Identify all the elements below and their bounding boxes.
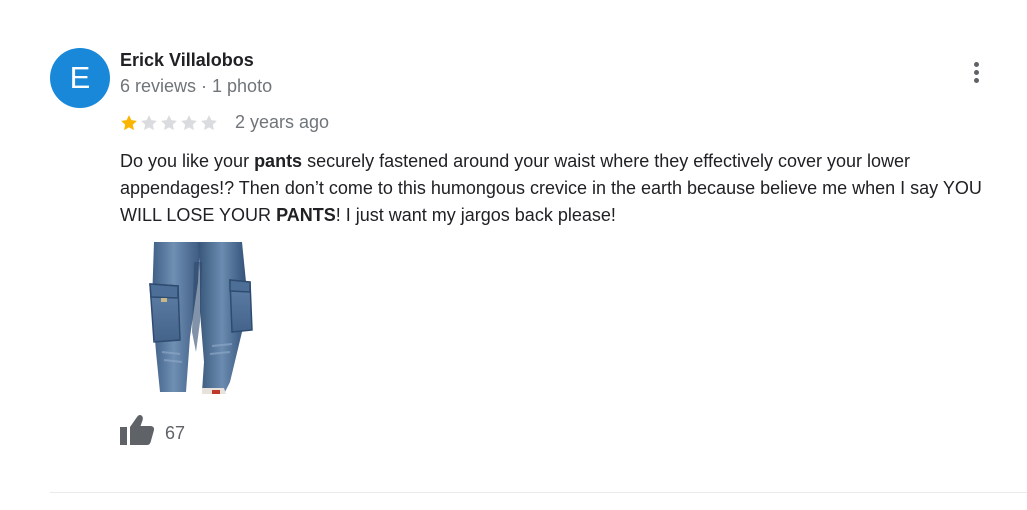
star-rating bbox=[119, 113, 219, 133]
star-icon-2 bbox=[141, 115, 157, 131]
more-vert-icon-dot-1 bbox=[974, 62, 979, 67]
divider bbox=[50, 492, 1027, 493]
star-icon-5 bbox=[201, 115, 217, 131]
review-text-bold-1: pants bbox=[254, 151, 303, 171]
review-text-part-1: Do you like your bbox=[120, 151, 255, 171]
review-text: Do you like your pants securely fastened… bbox=[120, 148, 1020, 229]
review-text-bold-2: PANTS bbox=[276, 205, 336, 225]
review-photo[interactable] bbox=[120, 242, 270, 394]
more-vert-icon-dot-3 bbox=[974, 78, 979, 83]
star-icon-3 bbox=[161, 115, 177, 131]
thumbs-up-icon bbox=[120, 415, 155, 445]
cargo-jeans-photo bbox=[149, 242, 253, 394]
author-meta: 6 reviews · 1 photo bbox=[120, 76, 273, 96]
more-options-button[interactable] bbox=[960, 56, 992, 88]
author-avatar[interactable]: E bbox=[50, 48, 110, 108]
star-icon-1 bbox=[121, 115, 137, 131]
review-text-part-3: ! I just want my jargos back please! bbox=[335, 205, 616, 225]
star-icon-4 bbox=[181, 115, 197, 131]
author-name[interactable]: Erick Villalobos bbox=[120, 50, 254, 71]
like-count: 67 bbox=[165, 423, 186, 443]
more-vert-icon-dot-2 bbox=[974, 70, 979, 75]
review-time: 2 years ago bbox=[235, 112, 330, 132]
review-card: E Erick Villalobos 6 reviews · 1 photo 2… bbox=[0, 0, 1027, 510]
